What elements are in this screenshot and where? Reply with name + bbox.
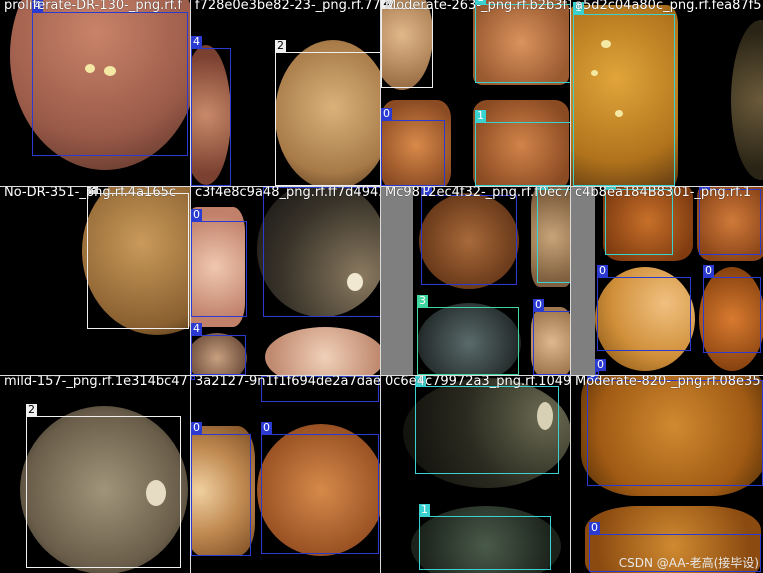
bbox-class-0: 0 (381, 108, 445, 186)
image-caption: 3a2127-9n1f1f694de2a7dae (195, 376, 381, 389)
tile-r2c4: 1 4 0 0 0 c4b8ea184B8301-_png.rf.1 (571, 187, 763, 376)
image-caption: a5d2c04a80c_png.rf.fea87f5 (575, 0, 762, 13)
bbox-class-4: 4 (263, 187, 381, 317)
image-caption: Moderate-820-_png.rf.08e35 (575, 376, 761, 389)
tile-r3c1: 2 mild-157-_png.rf.1e314bc47 (0, 376, 191, 573)
bbox-label: 1 (419, 503, 430, 516)
tile-r3c3: 1 1 0c6e4c79972a3_png.rf.10490 (381, 376, 571, 573)
bbox-label: 0 (703, 264, 714, 277)
bbox-class-1: 1 (475, 110, 571, 186)
image-caption: 0c6e4c79972a3_png.rf.10490 (385, 376, 571, 389)
bbox-label: 0 (261, 421, 272, 434)
bbox-label: 0 (191, 421, 202, 434)
bbox-class-0: 0 (191, 422, 251, 556)
bbox-class-4: 4 (191, 36, 231, 186)
bbox-label: 2 (26, 403, 37, 416)
fundus-image (265, 327, 381, 376)
grid-divider (0, 186, 763, 187)
tile-r3c2: 4 0 4 0 3a2127-9n1f1f694de2a7dae (191, 376, 381, 573)
bbox-class-2: 2 (26, 404, 181, 568)
bbox-class-0: 0 (421, 187, 517, 285)
image-caption: proliferate-DR-130-_png.rf.f (4, 0, 182, 13)
tile-r1c3: 2 1 1 0 Moderate-263-_png.rf.b2b3f1 (381, 0, 571, 187)
bbox-class-1: 1 (537, 187, 571, 283)
image-caption: f728e0e3be82-23-_png.rf.77 (195, 0, 381, 13)
fundus-image (731, 20, 763, 180)
bbox-label: 4 (191, 35, 202, 48)
tile-r2c1: 2 No-DR-351-_png.rf.4a165c (0, 187, 191, 376)
grid-divider (0, 375, 763, 376)
bbox-label: 0 (381, 107, 392, 120)
tile-r1c1: 4 proliferate-DR-130-_png.rf.f (0, 0, 191, 187)
tile-r1c2: 4 2 f728e0e3be82-23-_png.rf.77 (191, 0, 381, 187)
bbox-class-4: 4 (191, 323, 246, 375)
bbox-label: 0 (191, 208, 202, 221)
image-caption: mild-157-_png.rf.1e314bc47 (4, 376, 188, 389)
bbox-label: 2 (275, 39, 286, 52)
bbox-class-1: 1 (415, 376, 559, 474)
bbox-class-0: 0 (597, 265, 691, 351)
bbox-class-2: 2 (381, 0, 433, 88)
bbox-label: 1 (475, 109, 486, 122)
tile-r2c2: 0 4 4 c3f4e8c9a48_png.rf.ff7d4943ea5 (191, 187, 381, 376)
bbox-class-0: 0 (261, 422, 379, 554)
bbox-class-2: 2 (87, 187, 189, 329)
bbox-label: 0 (533, 298, 544, 311)
bbox-label: 4 (191, 322, 202, 335)
grid-divider (570, 0, 571, 573)
image-caption: c3f4e8c9a48_png.rf.ff7d4943ea5 (195, 187, 381, 200)
prediction-grid: 4 proliferate-DR-130-_png.rf.f 4 2 f728e… (0, 0, 763, 573)
bbox-label: 0 (597, 264, 608, 277)
watermark: CSDN @AA-老高(接毕设) (618, 556, 759, 570)
bbox-class-2: 2 (275, 40, 381, 186)
image-caption: c4b8ea184B8301-_png.rf.1 (575, 187, 752, 200)
bbox-class-0: 0 (191, 209, 247, 317)
bbox-class-3: 3 (417, 295, 519, 375)
gray-padding (571, 187, 595, 376)
bbox-label: 0 (589, 521, 600, 534)
bbox-class-1: 1 (419, 504, 551, 570)
image-caption: Mc9812ec4f32-_png.rf.f0ec7 (385, 187, 571, 200)
tile-r3c4: 0 0 Moderate-820-_png.rf.08e35 (571, 376, 763, 573)
tile-r1c4: 1 a5d2c04a80c_png.rf.fea87f5 (571, 0, 763, 187)
bbox-label: 3 (417, 294, 428, 307)
bbox-class-4: 4 (32, 0, 188, 156)
bbox-label: 0 (595, 358, 606, 371)
bbox-class-0: 0 (587, 376, 763, 486)
image-caption: No-DR-351-_png.rf.4a165c (4, 187, 177, 200)
grid-divider (380, 0, 381, 573)
image-caption: Moderate-263-_png.rf.b2b3f1 (385, 0, 571, 13)
grid-divider (190, 0, 191, 573)
tile-r2c3: 0 1 3 0 Mc9812ec4f32-_png.rf.f0ec7 (381, 187, 571, 376)
bbox-class-0: 0 (703, 265, 761, 353)
gray-padding (381, 187, 413, 376)
bbox-class-0: 0 (533, 299, 571, 375)
bbox-class-1: 1 (475, 0, 571, 83)
bbox-class-1: 1 (573, 2, 675, 186)
